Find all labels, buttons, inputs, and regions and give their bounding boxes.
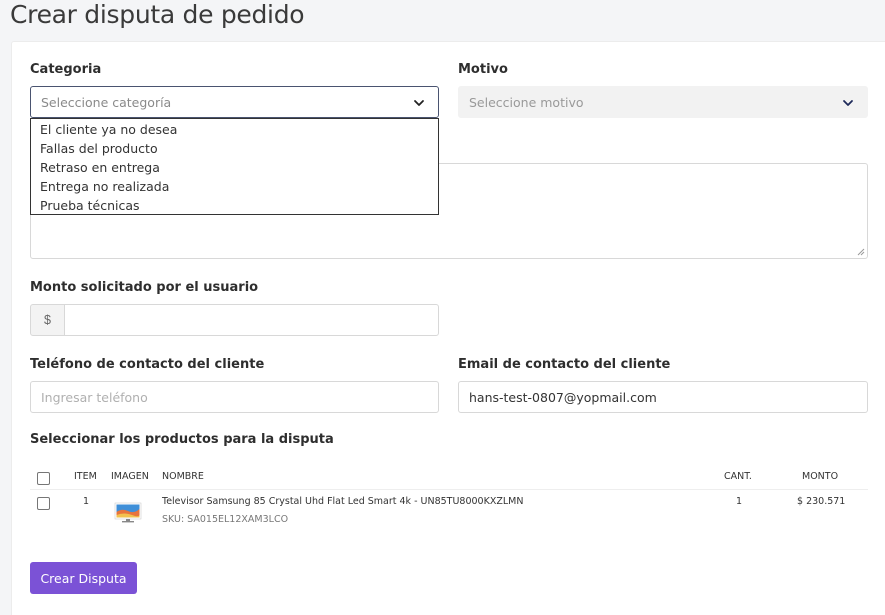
categoria-option[interactable]: Fallas del producto [31,139,438,158]
row-cant: 1 [736,496,743,507]
col-cant: CANT. [724,471,752,482]
categoria-label: Categoria [30,62,102,77]
row-product-name: Televisor Samsung 85 Crystal Uhd Flat Le… [162,496,524,507]
categoria-option[interactable]: Retraso en entrega [31,158,438,177]
currency-addon: $ [30,304,65,336]
email-label: Email de contacto del cliente [458,357,671,372]
productos-label: Seleccionar los productos para la disput… [30,432,334,447]
telefono-label: Teléfono de contacto del cliente [30,357,265,372]
row-item: 1 [83,496,90,507]
email-input[interactable]: hans-test-0807@yopmail.com [458,381,868,413]
col-nombre: NOMBRE [162,471,204,482]
monto-input[interactable] [64,304,439,336]
chevron-down-icon [414,100,424,106]
crear-disputa-button[interactable]: Crear Disputa [30,562,137,594]
motivo-placeholder: Seleccione motivo [469,94,584,110]
col-monto: MONTO [802,471,839,482]
telefono-input[interactable]: Ingresar teléfono [30,381,439,413]
categoria-option[interactable]: El cliente ya no desea [31,120,438,139]
col-imagen: IMAGEN [111,471,149,482]
row-product-sku: SKU: SA015EL12XAM3LCO [162,514,289,525]
categoria-placeholder: Seleccione categoría [41,94,172,110]
categoria-dropdown-list: El cliente ya no desea Fallas del produc… [30,118,439,215]
page-title: Crear disputa de pedido [10,0,305,29]
categoria-option[interactable]: Entrega no realizada [31,177,438,196]
select-all-checkbox[interactable] [37,472,50,485]
row-checkbox[interactable] [37,497,50,510]
motivo-select[interactable]: Seleccione motivo [458,86,868,118]
table-divider [30,489,868,490]
tv-thumbnail [114,502,142,523]
row-monto: $ 230.571 [797,496,846,507]
monto-label: Monto solicitado por el usuario [30,280,259,295]
chevron-down-icon [843,100,853,106]
resize-grip-icon[interactable] [857,248,865,256]
motivo-label: Motivo [458,62,508,77]
categoria-select[interactable]: Seleccione categoría [30,86,439,118]
col-item: ITEM [74,471,97,482]
categoria-option[interactable]: Prueba técnicas [31,196,438,215]
